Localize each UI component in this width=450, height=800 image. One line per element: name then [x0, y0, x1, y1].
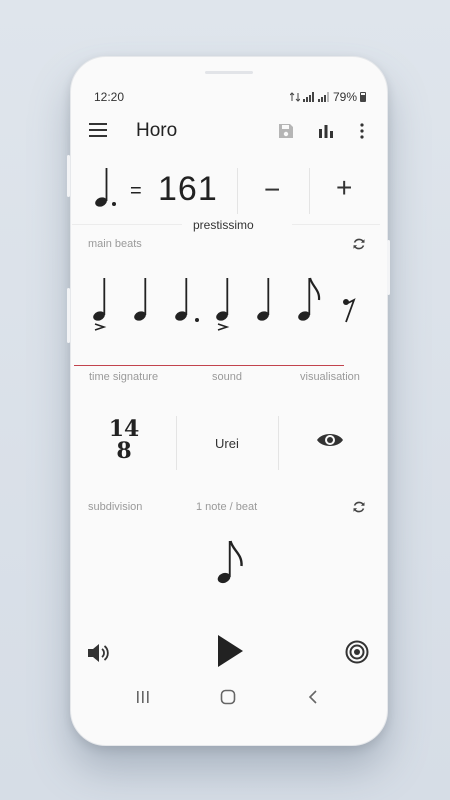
divider	[292, 224, 380, 225]
increase-tempo-button[interactable]: +	[336, 174, 352, 202]
refresh-icon[interactable]	[352, 500, 366, 514]
beat-note[interactable]	[133, 278, 147, 322]
dotted-quarter-note-icon	[95, 168, 116, 207]
divider	[176, 416, 177, 470]
tab-time-signature[interactable]: time signature	[89, 371, 158, 383]
decrease-tempo-button[interactable]: −	[264, 176, 280, 204]
eighth-rest[interactable]	[343, 298, 356, 323]
home-icon[interactable]	[220, 689, 236, 705]
system-icons: 79%	[289, 90, 366, 104]
volume-icon[interactable]	[86, 642, 110, 664]
eye-icon[interactable]	[316, 430, 344, 450]
divider	[72, 224, 182, 225]
more-options-icon[interactable]	[352, 121, 372, 141]
sound-button[interactable]: Urei	[215, 436, 239, 451]
eighth-note-icon[interactable]	[214, 538, 248, 588]
subdivision-label: subdivision	[88, 501, 143, 513]
play-button[interactable]	[216, 634, 244, 668]
beat-note[interactable]	[297, 277, 321, 322]
speaker-grille	[205, 71, 253, 74]
beat-note[interactable]	[92, 278, 107, 331]
status-time: 12:20	[94, 90, 125, 104]
status-bar: 12:20 79%	[94, 88, 366, 106]
time-signature-top: 14	[108, 416, 140, 442]
signal-icon	[302, 92, 314, 102]
side-button	[67, 155, 70, 197]
stats-icon[interactable]	[316, 121, 336, 141]
beat-note[interactable]	[256, 278, 270, 322]
page-title: Horo	[136, 120, 178, 141]
battery-icon	[360, 92, 366, 102]
divider	[309, 168, 310, 214]
tempo-marking: prestissimo	[193, 218, 254, 232]
signal-icon	[317, 92, 329, 102]
tab-visualisation[interactable]: visualisation	[300, 371, 360, 383]
battery-percent: 79%	[332, 90, 357, 104]
side-button	[387, 240, 390, 295]
divider	[278, 416, 279, 470]
target-icon[interactable]	[345, 640, 369, 664]
time-signature-bottom: 8	[116, 438, 132, 464]
recent-apps-icon[interactable]	[136, 690, 150, 704]
refresh-icon[interactable]	[352, 237, 366, 251]
equals-sign: =	[130, 180, 142, 202]
tempo-value[interactable]: 161	[158, 170, 218, 209]
time-signature-button[interactable]: 14 8	[106, 418, 142, 468]
side-button	[67, 288, 70, 343]
tempo-row: = 161 − +	[84, 162, 380, 224]
back-icon[interactable]	[308, 689, 318, 705]
beat-sequence[interactable]	[84, 268, 364, 338]
beat-progress-line	[74, 365, 344, 366]
beat-note[interactable]	[174, 278, 199, 322]
divider	[237, 168, 238, 214]
toolbar: Horo	[84, 114, 380, 148]
beat-note[interactable]	[215, 278, 230, 331]
system-nav-bar	[130, 686, 330, 708]
main-beats-label: main beats	[88, 238, 142, 250]
tab-sound[interactable]: sound	[212, 371, 242, 383]
subdivision-value: 1 note / beat	[196, 501, 258, 513]
menu-icon[interactable]	[88, 120, 108, 140]
data-arrows-icon	[289, 92, 300, 102]
save-icon[interactable]	[276, 121, 296, 141]
